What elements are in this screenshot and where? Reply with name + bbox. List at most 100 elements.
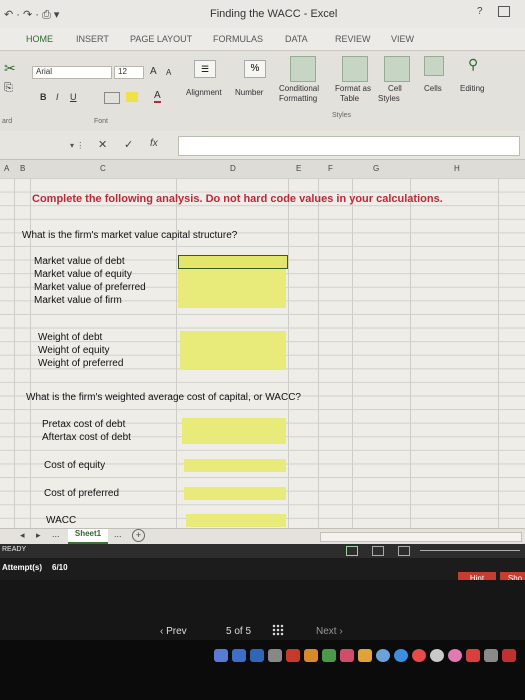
column-header-a[interactable]: A	[4, 164, 9, 173]
input-weight-equity[interactable]	[180, 344, 286, 357]
tab-insert[interactable]: INSERT	[76, 34, 109, 44]
app-icon[interactable]	[430, 649, 444, 662]
alignment-button[interactable]: Alignment	[186, 88, 222, 97]
cells-button[interactable]: Cells	[424, 84, 442, 93]
word-icon[interactable]	[250, 649, 264, 662]
zoom-slider[interactable]	[420, 550, 520, 551]
app-icon[interactable]	[412, 649, 426, 662]
paste-icon[interactable]: ⎘	[4, 82, 13, 95]
label-weight-debt: Weight of debt	[38, 332, 103, 343]
app-icon[interactable]	[322, 649, 336, 662]
align-icon[interactable]: ☰	[194, 60, 216, 78]
input-aftertax-cost-debt[interactable]	[182, 431, 286, 444]
input-cost-equity[interactable]	[184, 459, 286, 472]
normal-view-icon[interactable]	[346, 546, 358, 556]
add-sheet-icon[interactable]: +	[132, 529, 145, 542]
input-market-value-equity[interactable]	[178, 269, 286, 282]
app-icon[interactable]	[358, 649, 372, 662]
input-pretax-cost-debt[interactable]	[182, 418, 286, 431]
page-layout-view-icon[interactable]	[372, 546, 384, 556]
sheet-more-right[interactable]: ...	[114, 529, 122, 539]
font-color-button[interactable]: A	[154, 90, 161, 103]
sheet-more-left[interactable]: ...	[52, 529, 60, 539]
format-as-table-label-1[interactable]: Format as	[335, 84, 371, 93]
column-header-g[interactable]: G	[373, 164, 379, 173]
cut-icon[interactable]: ✂	[4, 60, 16, 77]
sheet-tab-sheet1[interactable]: Sheet1	[68, 529, 108, 544]
confirm-icon[interactable]: ✓	[124, 138, 133, 151]
app-icon[interactable]	[340, 649, 354, 662]
italic-button[interactable]: I	[56, 92, 59, 102]
quick-access-toolbar[interactable]: ↶ · ↷ · ⎙ ▾	[4, 8, 59, 22]
app-icon[interactable]	[214, 649, 228, 662]
column-header-d[interactable]: D	[230, 164, 236, 173]
prev-button[interactable]: ‹ Prev	[160, 626, 187, 637]
attempts-value: 6/10	[52, 563, 68, 572]
input-weight-debt[interactable]	[180, 331, 286, 344]
format-as-table-icon[interactable]	[342, 56, 368, 82]
bold-button[interactable]: B	[40, 92, 47, 102]
percent-button[interactable]: %	[244, 60, 266, 78]
sheet-prev-icon[interactable]: ◂	[20, 530, 25, 541]
input-market-value-debt[interactable]	[178, 255, 288, 269]
font-size-select[interactable]: 12	[114, 66, 144, 79]
app-icon[interactable]	[484, 649, 498, 662]
tab-home[interactable]: HOME	[26, 34, 53, 44]
number-button[interactable]: Number	[235, 88, 263, 97]
app-icon[interactable]	[286, 649, 300, 662]
grow-font-button[interactable]: A	[150, 66, 157, 77]
column-header-c[interactable]: C	[100, 164, 106, 173]
sheet-next-icon[interactable]: ▸	[36, 530, 41, 541]
shrink-font-button[interactable]: A	[166, 68, 171, 77]
input-market-value-preferred[interactable]	[178, 282, 286, 295]
formula-input[interactable]	[178, 136, 520, 156]
tab-data[interactable]: DATA	[285, 34, 308, 44]
input-weight-preferred[interactable]	[180, 357, 286, 370]
restore-icon[interactable]	[498, 6, 510, 17]
attempts-label: Attempt(s)	[2, 563, 42, 572]
editing-button[interactable]: Editing	[460, 84, 484, 93]
font-name-select[interactable]: Arial	[32, 66, 112, 79]
insert-function-icon[interactable]: fx	[150, 138, 158, 149]
input-wacc[interactable]	[186, 514, 286, 527]
column-header-f[interactable]: F	[328, 164, 333, 173]
app-icon[interactable]	[394, 649, 408, 662]
borders-icon[interactable]	[104, 92, 120, 104]
column-header-b[interactable]: B	[20, 164, 25, 173]
cell-styles-icon[interactable]	[384, 56, 410, 82]
input-cost-preferred[interactable]	[184, 487, 286, 500]
page-grid-icon[interactable]	[272, 624, 284, 636]
cell-styles-label-2[interactable]: Styles	[378, 94, 400, 103]
page-break-view-icon[interactable]	[398, 546, 410, 556]
column-header-h[interactable]: H	[454, 164, 460, 173]
horizontal-scrollbar[interactable]	[320, 532, 522, 542]
tab-view[interactable]: VIEW	[391, 34, 414, 44]
app-icon[interactable]	[304, 649, 318, 662]
conditional-formatting-label-1[interactable]: Conditional	[279, 84, 319, 93]
label-market-value-equity: Market value of equity	[34, 269, 132, 280]
column-header-e[interactable]: E	[296, 164, 301, 173]
conditional-formatting-icon[interactable]	[290, 56, 316, 82]
app-icon[interactable]	[232, 649, 246, 662]
app-icon[interactable]	[448, 649, 462, 662]
conditional-formatting-label-2[interactable]: Formatting	[279, 94, 317, 103]
input-market-value-firm[interactable]	[178, 295, 286, 308]
app-icon[interactable]	[466, 649, 480, 662]
cell-styles-label-1[interactable]: Cell	[388, 84, 402, 93]
tab-page-layout[interactable]: PAGE LAYOUT	[130, 34, 192, 44]
app-icon[interactable]	[376, 649, 390, 662]
cells-icon[interactable]	[424, 56, 444, 76]
find-icon[interactable]: ⚲	[468, 56, 478, 73]
help-icon[interactable]: ?	[477, 6, 483, 17]
fill-color-icon[interactable]	[126, 92, 138, 102]
next-button[interactable]: Next ›	[316, 626, 343, 637]
tab-formulas[interactable]: FORMULAS	[213, 34, 263, 44]
name-box-dropdown-icon[interactable]: ▾ ⋮	[70, 141, 84, 150]
group-styles-label: Styles	[332, 112, 352, 119]
cancel-icon[interactable]: ✕	[98, 138, 107, 151]
app-icon[interactable]	[502, 649, 516, 662]
tab-review[interactable]: REVIEW	[335, 34, 371, 44]
format-as-table-label-2[interactable]: Table	[340, 94, 359, 103]
underline-button[interactable]: U	[70, 92, 77, 102]
app-icon[interactable]	[268, 649, 282, 662]
